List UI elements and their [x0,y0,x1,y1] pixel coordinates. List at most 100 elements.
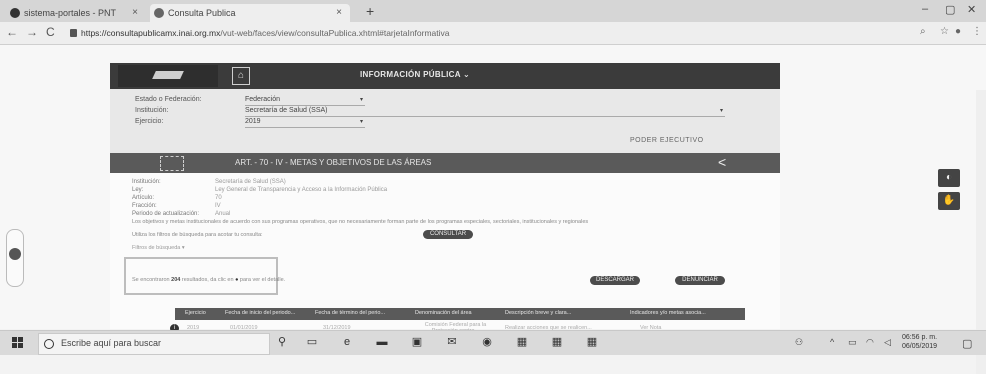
search-circle-icon [44,339,54,349]
volume-icon[interactable]: ◁ [884,337,891,348]
bookmark-star-icon[interactable]: ☆ [940,26,949,37]
tab-label: sistema-portales - PNT [24,8,117,18]
report-button[interactable]: DENUNCIAR [675,276,725,285]
results-suffix: resultados, da clic en [181,277,234,283]
info-value: Ley General de Transparencia y Acceso a … [215,187,388,193]
info-label: Institución: [132,179,161,185]
address-bar-row: ← → C https://consultapublicamx.inai.org… [0,22,986,45]
fraction-description: Los objetivos y metas institucionales de… [132,219,589,225]
reload-icon[interactable]: C [46,25,55,39]
download-button[interactable]: DESCARGAR [590,276,640,285]
column-header[interactable]: Denominación del área [415,310,472,316]
close-tab-icon[interactable]: × [336,4,342,22]
people-icon[interactable]: ⚇ [795,337,803,348]
logo-mark [152,71,184,79]
info-value: IV [215,203,221,209]
page-viewport: ⌂ INFORMACIÓN PÚBLICA ⌄ Estado o Federac… [0,45,986,374]
column-header[interactable]: Ejercicio [185,310,206,316]
article-band: ART. - 70 - IV - METAS Y OBJETIVOS DE LA… [110,153,780,173]
wifi-icon[interactable]: ◠ [866,337,874,348]
home-icon[interactable]: ⌂ [232,67,250,85]
chevron-down-icon: ▾ [719,108,723,114]
chevron-down-icon: ▾ [359,119,363,125]
info-value: Anual [215,211,231,217]
chevron-down-icon: ▾ [359,97,363,103]
info-label: Artículo: [132,195,155,201]
top-header-band: ⌂ INFORMACIÓN PÚBLICA ⌄ [110,63,780,89]
portal-favicon-icon [10,8,20,18]
app-grid-icon[interactable]: ▦ [550,336,564,348]
windows-start-icon[interactable] [12,337,24,349]
article-section-icon [160,156,184,171]
browser-tab-sistema-portales[interactable]: sistema-portales - PNT × [6,4,146,22]
file-explorer-icon[interactable]: ▬ [375,336,389,348]
tab-label: Consulta Publica [168,8,236,18]
chrome-icon[interactable]: ◉ [480,336,494,348]
browser-tab-consulta-publica[interactable]: Consulta Publica × [150,4,350,22]
close-window-icon[interactable]: ✕ [967,3,976,16]
menu-dots-icon[interactable]: ⋮ [972,26,982,37]
taskbar-search-placeholder: Escribe aquí para buscar [61,338,162,348]
informacion-publica-menu[interactable]: INFORMACIÓN PÚBLICA ⌄ [360,70,470,79]
sign-language-icon[interactable]: ✋ [938,192,960,210]
zoom-icon[interactable]: ⌕ [920,26,926,37]
notifications-icon[interactable]: ▢ [962,337,972,350]
browser-tab-bar: sistema-portales - PNT × Consulta Public… [0,0,986,22]
institution-label: Institución: [135,107,169,114]
consultar-button[interactable]: CONSULTAR [423,230,473,239]
profile-icon[interactable]: ● [955,26,961,37]
clock-date: 06/05/2019 [902,343,938,350]
close-tab-icon[interactable]: × [132,4,138,22]
results-table-header: Ejercicio Fecha de inicio del periodo...… [175,308,745,320]
year-label: Ejercicio: [135,118,164,125]
info-value: 70 [215,195,222,201]
consulta-publica-panel: ⌂ INFORMACIÓN PÚBLICA ⌄ Estado o Federac… [110,63,780,334]
battery-icon[interactable]: ▭ [848,337,857,348]
store-icon[interactable]: ▣ [410,336,424,348]
forward-arrow-icon[interactable]: → [26,25,38,39]
windows-taskbar: Escribe aquí para buscar ⚲ ▭ e ▬ ▣ ✉ ◉ ▦… [0,330,986,355]
results-prefix: Se encontraron [132,277,170,283]
minimize-icon[interactable]: – [922,3,928,15]
url-domain: https://consultapublicamx.inai.org.mx [81,28,221,38]
info-label: Ley: [132,187,144,193]
clock-time: 06:56 p. m. [902,334,938,341]
info-label: Fracción: [132,203,157,209]
excel-icon[interactable]: ▦ [585,336,599,348]
year-select[interactable]: 2019 ▾ [245,117,365,128]
institution-select-value: Secretaría de Salud (SSA) [245,107,328,114]
new-tab-button[interactable]: + [366,3,374,19]
edge-browser-icon[interactable]: e [340,336,354,348]
article-title: ART. - 70 - IV - METAS Y OBJETIVOS DE LA… [235,158,432,167]
column-header[interactable]: Fecha de término del perio... [315,310,385,316]
microphone-icon[interactable]: ⚲ [278,335,286,348]
url-path: /vut-web/faces/view/consultaPublica.xhtm… [220,28,450,38]
back-arrow-icon[interactable]: ← [6,25,18,39]
info-circle-icon: ● [235,277,239,283]
filters-link[interactable]: Filtros de búsqueda ▾ [132,245,185,251]
results-highlight-box [124,257,278,295]
filters-panel: Estado o Federación: Federación ▾ Instit… [110,89,780,153]
url-field[interactable]: https://consultapublicamx.inai.org.mx/vu… [70,26,890,40]
word-icon[interactable]: ▦ [515,336,529,348]
taskbar-search-box[interactable]: Escribe aquí para buscar [38,333,270,355]
task-view-icon[interactable]: ▭ [305,336,319,348]
mail-icon[interactable]: ✉ [445,336,459,348]
results-count: 204 [171,277,181,283]
state-select-value: Federación [245,96,281,103]
column-header[interactable]: Fecha de inicio del periodo... [225,310,295,316]
chevron-up-icon[interactable]: ^ [830,337,834,347]
share-icon[interactable]: < [718,154,726,170]
slider-knob[interactable] [9,248,21,260]
results-summary: Se encontraron 204 resultados, da clic e… [132,277,285,283]
state-select[interactable]: Federación ▾ [245,95,365,106]
column-header[interactable]: Descripción breve y clara... [505,310,571,316]
column-header[interactable]: Indicadores y/o metas asocia... [630,310,706,316]
taskbar-clock[interactable]: 06:56 p. m. 06/05/2019 [902,333,937,351]
accessibility-toggle-icon[interactable]: ◐ [938,169,960,187]
maximize-icon[interactable]: ▢ [945,3,955,16]
info-value: Secretaría de Salud (SSA) [215,179,286,185]
accessibility-slider[interactable] [6,229,24,287]
institution-select[interactable]: Secretaría de Salud (SSA) ▾ [245,106,725,117]
inai-favicon-icon [154,8,164,18]
